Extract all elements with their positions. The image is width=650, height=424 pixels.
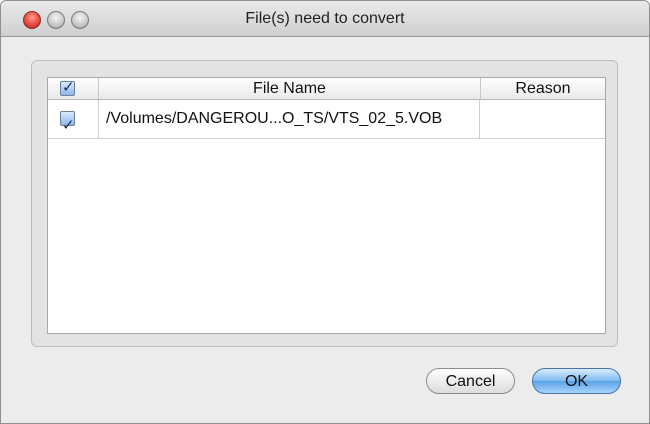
select-all-column-header[interactable]: ✓ bbox=[48, 78, 99, 99]
checkmark-icon: ✓ bbox=[62, 79, 75, 96]
file-name-cell: /Volumes/DANGEROU...O_TS/VTS_02_5.VOB bbox=[99, 100, 480, 138]
ok-button[interactable]: OK bbox=[532, 368, 621, 394]
cancel-button[interactable]: Cancel bbox=[426, 368, 515, 394]
files-table: ✓ File Name Reason ✓ /Volumes/DANGEROU..… bbox=[47, 77, 606, 334]
reason-column-header[interactable]: Reason bbox=[481, 78, 605, 99]
reason-cell bbox=[481, 100, 605, 138]
checkmark-icon: ✓ bbox=[62, 117, 75, 134]
dialog-window: File(s) need to convert ✓ File Name Reas… bbox=[0, 0, 650, 424]
files-group: ✓ File Name Reason ✓ /Volumes/DANGEROU..… bbox=[31, 60, 618, 347]
table-header: ✓ File Name Reason bbox=[48, 78, 605, 100]
table-row[interactable]: ✓ /Volumes/DANGEROU...O_TS/VTS_02_5.VOB bbox=[48, 100, 605, 139]
dialog-content: ✓ File Name Reason ✓ /Volumes/DANGEROU..… bbox=[1, 37, 649, 423]
row-checkbox[interactable]: ✓ bbox=[60, 111, 75, 134]
title-bar[interactable]: File(s) need to convert bbox=[1, 1, 649, 37]
row-checkbox-cell: ✓ bbox=[48, 100, 99, 138]
file-name-column-header[interactable]: File Name bbox=[99, 78, 481, 99]
select-all-checkbox[interactable]: ✓ bbox=[60, 79, 75, 96]
window-title: File(s) need to convert bbox=[245, 10, 405, 27]
